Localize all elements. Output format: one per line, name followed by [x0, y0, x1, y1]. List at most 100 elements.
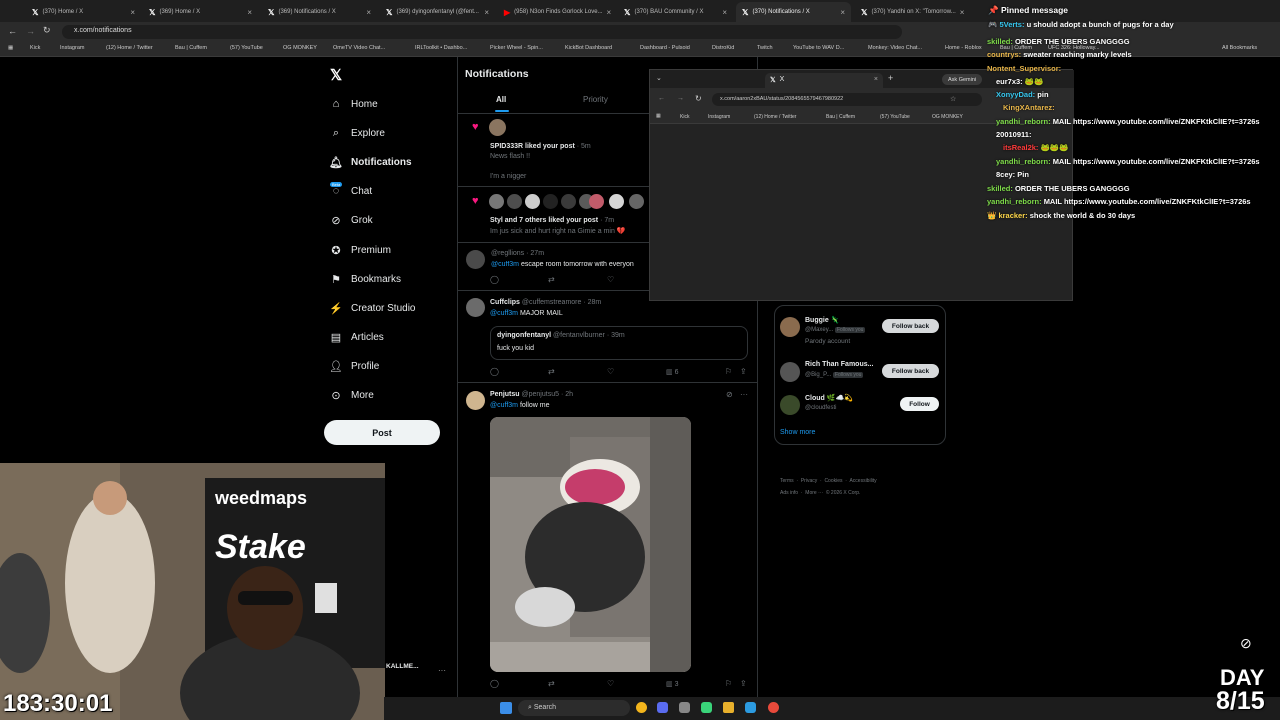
windows-start-icon[interactable] [500, 702, 512, 714]
reload-icon[interactable]: ↻ [43, 25, 51, 36]
bookmark-item[interactable]: Kick [30, 45, 40, 51]
reply-icon[interactable]: ◯ [490, 275, 499, 284]
more-options-icon[interactable]: ··· [740, 390, 748, 399]
bookmark-item[interactable]: (12) Home / Twitter [106, 45, 153, 51]
repost-icon[interactable]: ⇄ [548, 275, 555, 284]
bookmark-icon[interactable]: ⚐ [725, 679, 732, 688]
browser-tab[interactable]: 𝕏 (370) Home / X × [26, 2, 141, 22]
tab-all[interactable]: All [496, 95, 506, 104]
grok-icon[interactable]: ⊘ [726, 390, 733, 399]
avatar[interactable] [466, 250, 485, 269]
popup-address-bar[interactable]: x.com/aaron2xBAU/status/2084565579467980… [712, 93, 982, 106]
sidebar-item-notifications[interactable]: 🔔︎ Notifications [329, 153, 412, 171]
sidebar-item-articles[interactable]: ▤ Articles [330, 328, 384, 346]
avatar[interactable] [780, 317, 800, 337]
sidebar-item-more[interactable]: ⊙ More [330, 386, 373, 404]
bookmark-item[interactable]: IRLToolkit • Dashbo... [415, 45, 467, 51]
share-icon[interactable]: ⇪ [740, 679, 747, 688]
star-icon[interactable]: ☆ [950, 95, 956, 103]
bookmark-item[interactable]: KickBot Dashboard [565, 45, 612, 51]
sidebar-item-creator-studio[interactable]: ⚡ Creator Studio [329, 299, 415, 317]
bookmark-item[interactable]: Instagram [60, 45, 84, 51]
close-tab-icon[interactable]: × [484, 8, 489, 17]
follow-suggestion-name[interactable]: Buggie 🦎 [805, 316, 839, 324]
post-header[interactable]: Cuffclips @cuffemstreamore · 28m [490, 299, 601, 306]
like-icon[interactable]: ♡ [607, 367, 614, 376]
browser-tab[interactable]: 𝕏 (369) dyingonfentanyl (@fent... × [380, 2, 495, 22]
share-icon[interactable]: ⇪ [740, 367, 747, 376]
reply-text[interactable]: @cuff3m escape room tomorrow with everyo… [491, 261, 651, 268]
close-tab-icon[interactable]: × [874, 76, 878, 85]
address-bar[interactable]: x.com/notifications [62, 25, 902, 39]
avatar[interactable] [507, 194, 522, 209]
browser-tab-active[interactable]: 𝕏 (370) Notifications / X × [736, 2, 851, 22]
post-text[interactable]: @cuff3m MAJOR MAIL [490, 310, 563, 317]
notification-text[interactable]: SPID333R liked your post · 5m [490, 143, 591, 150]
tab-priority[interactable]: Priority [583, 95, 608, 104]
bookmark-item[interactable]: OmeTV Video Chat... [333, 45, 385, 51]
avatar[interactable] [780, 362, 800, 382]
bookmark-item[interactable]: YouTube to WAV D... [793, 45, 844, 51]
like-icon[interactable]: ♡ [607, 679, 614, 688]
all-bookmarks[interactable]: All Bookmarks [1222, 45, 1257, 51]
notification-text[interactable]: Styl and 7 others liked your post · 7m [490, 217, 614, 224]
back-icon[interactable]: ← [8, 26, 17, 36]
browser-tab[interactable]: 𝕏 (369) Notifications / X × [262, 2, 377, 22]
avatar[interactable] [489, 119, 506, 136]
account-name[interactable]: KALLME... [386, 663, 419, 670]
forward-icon[interactable]: → [26, 26, 35, 36]
views-count[interactable]: ▥ 3 [666, 680, 678, 688]
footer-links[interactable]: Ads info · More ··· © 2026 X Corp. [780, 490, 860, 496]
avatar[interactable] [525, 194, 540, 209]
sidebar-item-premium[interactable]: ✪ Premium [330, 241, 391, 259]
browser-tab[interactable]: 𝕏 (370) BAU Community / X × [618, 2, 733, 22]
avatar[interactable] [489, 194, 504, 209]
reload-icon[interactable]: ↻ [695, 94, 702, 103]
bookmark-item[interactable]: (12) Home / Twitter [754, 114, 796, 120]
avatar[interactable] [466, 391, 485, 410]
apps-icon[interactable]: ▦ [8, 45, 13, 51]
bookmark-item[interactable]: Bau | Cuffem [826, 114, 855, 120]
app-icon[interactable] [701, 702, 712, 713]
avatar[interactable] [609, 194, 624, 209]
show-more-link[interactable]: Show more [780, 429, 815, 436]
back-icon[interactable]: ← [658, 95, 665, 102]
close-tab-icon[interactable]: × [960, 8, 965, 17]
bookmark-item[interactable]: Bau | Cuffem [175, 45, 207, 51]
app-icon[interactable] [679, 702, 690, 713]
bookmark-item[interactable]: OG MONKEY [932, 114, 963, 120]
chrome-icon[interactable] [768, 702, 779, 713]
bookmark-item[interactable]: Picker Wheel - Spin... [490, 45, 543, 51]
close-tab-icon[interactable]: × [247, 8, 252, 17]
file-explorer-icon[interactable] [723, 702, 734, 713]
post-header[interactable]: Penjutsu @penjutsu5 · 2h [490, 391, 573, 398]
browser-tab[interactable]: 𝕏 (369) Home / X × [143, 2, 258, 22]
x-logo-icon[interactable]: 𝕏 [330, 66, 342, 84]
app-icon[interactable] [745, 702, 756, 713]
bookmark-item[interactable]: Kick [680, 114, 689, 120]
bookmark-item[interactable]: (57) YouTube [880, 114, 910, 120]
bookmark-item[interactable]: (57) YouTube [230, 45, 263, 51]
follow-button[interactable]: Follow [900, 397, 939, 411]
browser-tab[interactable]: 𝕏 (370) Yandhi on X: "Tomorrow... × [855, 2, 970, 22]
bookmark-icon[interactable]: ⚐ [725, 367, 732, 376]
popup-tab[interactable]: 𝕏 X × [765, 73, 883, 88]
follow-suggestion-name[interactable]: Rich Than Famous... [805, 361, 873, 368]
views-count[interactable]: ▥ 6 [666, 368, 678, 376]
sidebar-item-home[interactable]: ⌂ Home [330, 95, 378, 113]
tab-list-icon[interactable]: ⌄ [656, 74, 662, 82]
account-more-icon[interactable]: ··· [438, 666, 446, 675]
forward-icon[interactable]: → [677, 95, 684, 102]
bookmark-item[interactable]: Dashboard - Pulsoid [640, 45, 690, 51]
close-tab-icon[interactable]: × [130, 8, 135, 17]
follow-back-button[interactable]: Follow back [882, 319, 939, 333]
avatar[interactable] [589, 194, 604, 209]
footer-links[interactable]: Terms · Privacy · Cookies · Accessibilit… [780, 478, 877, 484]
bookmark-item[interactable]: DistroKid [712, 45, 734, 51]
bookmark-item[interactable]: Twitch [757, 45, 773, 51]
sidebar-item-explore[interactable]: ⌕ Explore [330, 124, 385, 142]
bookmark-item[interactable]: Monkey: Video Chat... [868, 45, 922, 51]
bookmark-item[interactable]: Home - Roblox [945, 45, 982, 51]
avatar[interactable] [629, 194, 644, 209]
sidebar-item-bookmarks[interactable]: ⚑ Bookmarks [330, 270, 401, 288]
